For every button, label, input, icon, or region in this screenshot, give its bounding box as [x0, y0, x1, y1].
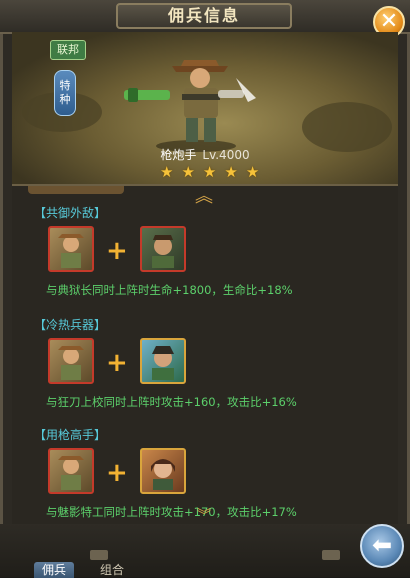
faction-badge: 联邦: [50, 40, 86, 60]
combo-description: 与典狱长同时上阵时生命+1800，生命比+18%: [46, 283, 293, 297]
hero-avatar[interactable]: [48, 226, 94, 272]
title-plate: 佣兵信息: [116, 3, 292, 29]
background-rock: [302, 102, 392, 152]
combo-title: 【冷热兵器】: [34, 318, 107, 332]
star-icon: ★: [181, 163, 195, 181]
hero-name-row: 枪炮手 Lv.4000: [12, 146, 398, 163]
star-icon: ★: [160, 163, 174, 181]
star-icon: ★: [202, 163, 217, 181]
hero-portrait-panel: 联邦 特种 枪炮手 Lv.4000 ★ ★ ★ ★ ★: [12, 32, 398, 186]
partner-avatar[interactable]: [140, 226, 186, 272]
tab-mercenary[interactable]: 佣兵: [34, 562, 74, 578]
star-icon: ★: [245, 163, 260, 181]
combo-item: 【共御外敌】 + 与典狱长同时上阵时生命+1800，生命比+18%: [34, 204, 374, 300]
hero-level: Lv.4000: [202, 148, 250, 162]
hero-character: [124, 60, 256, 152]
star-rating: ★ ★ ★ ★ ★: [160, 164, 270, 180]
combo-title: 【共御外敌】: [34, 206, 107, 220]
combo-description: 与魅影特工同时上阵时攻击+170，攻击比+17%: [46, 505, 297, 519]
type-tag: 特种: [54, 70, 76, 116]
star-icon: ★: [224, 163, 238, 181]
partner-avatar[interactable]: [140, 448, 186, 494]
partner-avatar[interactable]: [140, 338, 186, 384]
title-bar: 佣兵信息: [0, 0, 410, 34]
bottom-bar: 佣兵 组合: [0, 524, 410, 578]
combo-description: 与狂刀上校同时上阵时攻击+160，攻击比+16%: [46, 395, 297, 409]
window-title: 佣兵信息: [167, 6, 240, 25]
hero-name: 枪炮手: [160, 148, 197, 162]
hero-avatar[interactable]: [48, 448, 94, 494]
hero-avatar[interactable]: [48, 338, 94, 384]
plus-icon: +: [106, 348, 128, 378]
back-button[interactable]: ⬅: [360, 524, 404, 568]
scroll-up-arrow-icon[interactable]: ︽: [188, 188, 220, 206]
combo-item: 【冷热兵器】 + 与狂刀上校同时上阵时攻击+160，攻击比+16%: [34, 316, 374, 412]
tab-combo[interactable]: 组合: [92, 562, 132, 578]
scroll-down-arrow-icon[interactable]: ︾: [194, 509, 214, 523]
rivet-decoration: [90, 550, 108, 560]
plus-icon: +: [106, 236, 128, 266]
section-tab-edge: [28, 186, 124, 194]
combo-title: 【用枪高手】: [34, 428, 107, 442]
rivet-decoration: [322, 550, 340, 560]
plus-icon: +: [106, 458, 128, 488]
